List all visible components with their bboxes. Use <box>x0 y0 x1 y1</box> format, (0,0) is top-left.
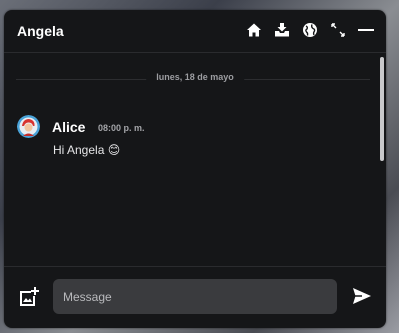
chat-window: Angela lunes, 18 de mayo Alice 08:00 p. … <box>4 10 386 328</box>
header-actions <box>236 20 376 40</box>
minimize-icon <box>358 29 374 31</box>
inbox-icon <box>275 23 289 37</box>
message-text: Hi Angela 😊 <box>53 143 121 157</box>
message-time: 08:00 p. m. <box>98 123 145 133</box>
chat-header: Angela <box>4 10 386 53</box>
home-button[interactable] <box>244 20 264 40</box>
message-input[interactable] <box>53 279 337 314</box>
globe-button[interactable] <box>300 20 320 40</box>
home-icon <box>247 23 261 37</box>
scrollbar-thumb[interactable] <box>380 57 384 161</box>
chat-title: Angela <box>17 23 64 39</box>
avatar-image <box>17 115 40 138</box>
add-photo-icon <box>20 287 39 306</box>
avatar[interactable] <box>17 115 40 138</box>
message-list[interactable]: lunes, 18 de mayo Alice 08:00 p. m. Hi A… <box>4 53 386 267</box>
send-button[interactable] <box>351 285 373 307</box>
attach-image-button[interactable] <box>18 286 40 308</box>
send-icon <box>353 288 371 304</box>
date-label: lunes, 18 de mayo <box>146 72 244 82</box>
expand-icon <box>331 23 345 37</box>
inbox-button[interactable] <box>272 20 292 40</box>
composer <box>4 266 386 328</box>
expand-button[interactable] <box>328 20 348 40</box>
message-author: Alice <box>52 119 86 135</box>
minimize-button[interactable] <box>356 20 376 40</box>
globe-icon <box>303 23 317 37</box>
